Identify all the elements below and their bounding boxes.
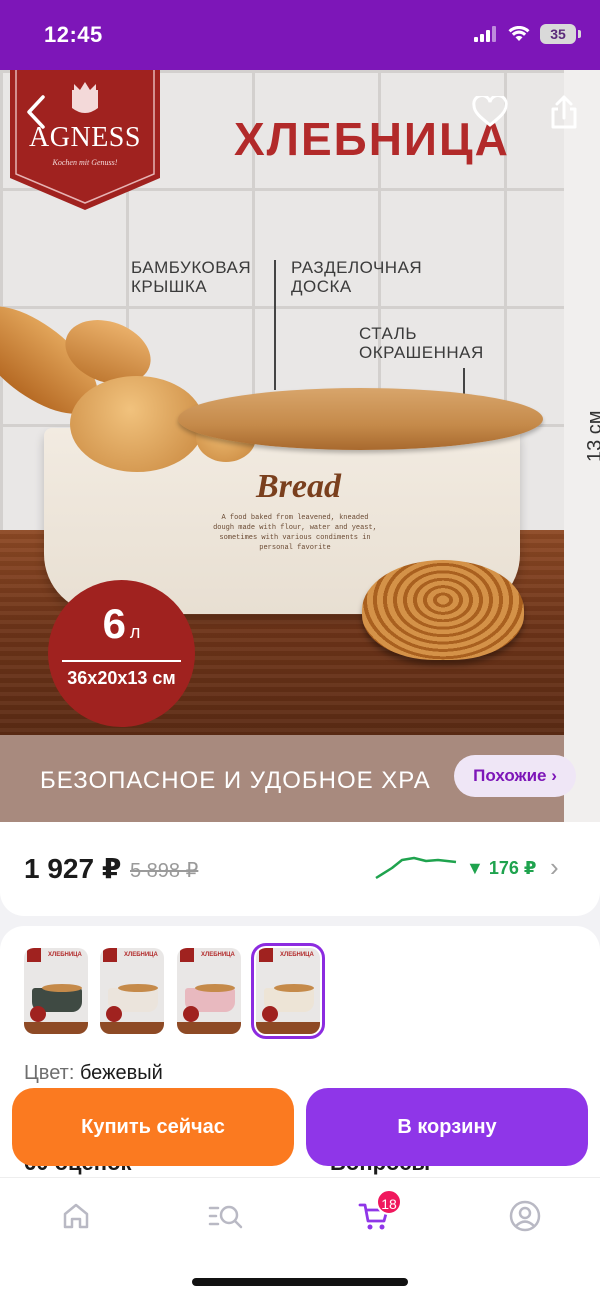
catalog-search-icon xyxy=(208,1205,243,1229)
back-button[interactable] xyxy=(16,92,56,132)
variant-thumb-pink[interactable]: ХЛЕБНИЦА xyxy=(177,948,241,1034)
dimensions: 36x20x13 см xyxy=(67,668,176,688)
selected-color: Цвет: бежевый xyxy=(24,1062,163,1085)
cart-count-badge: 18 xyxy=(376,1189,402,1215)
box-print-title: Bread xyxy=(256,468,341,505)
status-bar: 12:45 35 xyxy=(0,0,600,70)
color-label: Цвет: xyxy=(24,1062,75,1084)
home-icon xyxy=(63,1203,89,1229)
brand-logo: AGNESS Kochen mit Genuss! xyxy=(10,70,160,210)
variant-thumb-green[interactable]: ХЛЕБНИЦА xyxy=(24,948,88,1034)
chevron-left-icon xyxy=(27,95,45,129)
price-card[interactable]: 1 927 ₽ 5 898 ₽ ▼ 176 ₽ › xyxy=(0,822,600,916)
bamboo-lid xyxy=(178,388,543,450)
wifi-icon xyxy=(508,26,530,41)
old-price: 5 898 ₽ xyxy=(130,860,199,882)
variant-thumb-white[interactable]: ХЛЕБНИЦА xyxy=(100,948,164,1034)
status-time: 12:45 xyxy=(44,22,103,47)
product-image[interactable]: AGNESS Kochen mit Genuss! ХЛЕБНИЦА БАМБУ… xyxy=(0,70,564,822)
volume-value: 6 xyxy=(102,600,126,647)
profile-icon xyxy=(509,1200,541,1232)
product-image-title: ХЛЕБНИЦА xyxy=(234,113,510,165)
tab-home[interactable] xyxy=(54,1194,98,1238)
callout-board: РАЗДЕЛОЧНАЯ ДОСКА xyxy=(291,258,423,296)
heart-icon xyxy=(472,96,508,127)
battery-icon: 35 xyxy=(540,24,581,44)
chevron-right-icon[interactable]: › xyxy=(550,852,559,883)
home-indicator xyxy=(192,1278,408,1286)
volume-unit: л xyxy=(129,622,141,642)
brand-tagline: Kochen mit Genuss! xyxy=(52,158,118,167)
signal-icon xyxy=(474,26,496,42)
cinnamon-bun xyxy=(362,560,524,660)
callout-line xyxy=(274,260,276,390)
box-print-text: A food baked from leavened, kneaded doug… xyxy=(213,514,377,552)
price-trend-chart xyxy=(375,856,457,880)
image-caption: БЕЗОПАСНОЕ И УДОБНОЕ ХРА xyxy=(40,767,431,794)
product-gallery[interactable]: AGNESS Kochen mit Genuss! ХЛЕБНИЦА БАМБУ… xyxy=(0,70,600,822)
side-dimension: 13 см xyxy=(584,410,600,462)
buy-now-button[interactable]: Купить сейчас xyxy=(12,1088,294,1166)
callout-steel: СТАЛЬ ОКРАШЕННАЯ xyxy=(359,324,484,362)
volume-badge: 6л 36x20x13 см xyxy=(48,580,195,727)
status-icons: 35 xyxy=(474,24,581,44)
share-icon xyxy=(551,95,577,129)
variant-thumb-beige[interactable]: ХЛЕБНИЦА xyxy=(251,943,325,1039)
current-price: 1 927 ₽ xyxy=(24,853,122,884)
share-button[interactable] xyxy=(544,92,584,132)
callout-lid: БАМБУКОВАЯ КРЫШКА xyxy=(131,258,252,296)
add-to-cart-button[interactable]: В корзину xyxy=(306,1088,588,1166)
color-value: бежевый xyxy=(79,1062,163,1084)
favorite-button[interactable] xyxy=(470,92,510,132)
price-drop: ▼ 176 ₽ xyxy=(466,858,537,878)
tab-profile[interactable] xyxy=(503,1194,547,1238)
tab-catalog[interactable] xyxy=(204,1194,248,1238)
similar-button[interactable]: Похожие › xyxy=(454,755,576,797)
tab-bar: 18 xyxy=(0,1178,600,1297)
